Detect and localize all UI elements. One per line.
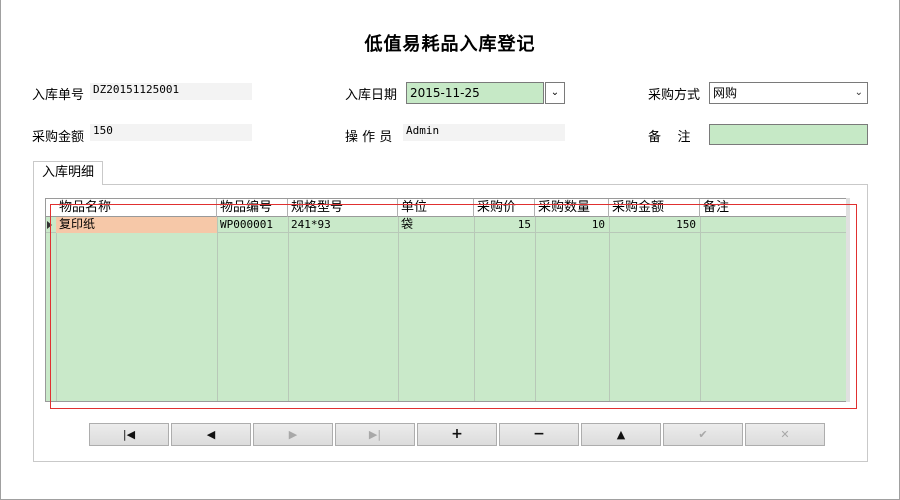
- cell-item-code[interactable]: WP000001: [217, 217, 288, 233]
- column-header[interactable]: 单位: [398, 199, 474, 217]
- last-record-button[interactable]: ▶|: [335, 423, 415, 446]
- next-icon: ▶: [288, 428, 298, 441]
- first-record-button[interactable]: |◀: [89, 423, 169, 446]
- date-input[interactable]: 2015-11-25: [406, 82, 544, 104]
- column-header[interactable]: 物品编号: [217, 199, 288, 217]
- column-header[interactable]: 采购数量: [535, 199, 609, 217]
- column-header[interactable]: 采购金额: [609, 199, 700, 217]
- tab-details[interactable]: 入库明细: [33, 161, 103, 185]
- next-record-button[interactable]: ▶: [253, 423, 333, 446]
- column-header[interactable]: 采购价: [474, 199, 535, 217]
- purchase-method-select[interactable]: 网购 ⌄: [709, 82, 868, 104]
- column-header[interactable]: 物品名称: [56, 199, 217, 217]
- post-record-button[interactable]: ✔: [663, 423, 743, 446]
- amount-label: 采购金额: [32, 130, 85, 145]
- current-row-indicator-icon: [47, 221, 52, 229]
- cell-unit[interactable]: 袋: [398, 217, 474, 233]
- cell-price[interactable]: 15: [474, 217, 535, 233]
- check-icon: ✔: [698, 428, 708, 441]
- cell-quantity[interactable]: 10: [535, 217, 609, 233]
- minus-icon: −: [533, 426, 545, 442]
- date-dropdown-button[interactable]: ⌄: [545, 82, 565, 104]
- chevron-down-icon: ⌄: [550, 87, 560, 98]
- order-no-value: DZ20151125001: [90, 83, 252, 100]
- delete-record-button[interactable]: −: [499, 423, 579, 446]
- grid-header: 物品名称 物品编号 规格型号 单位 采购价 采购数量 采购金额 备注: [46, 199, 847, 217]
- operator-value: Admin: [403, 124, 565, 141]
- cell-item-name[interactable]: 复印纸: [56, 217, 217, 233]
- column-header[interactable]: 备注: [700, 199, 847, 217]
- insert-record-button[interactable]: +: [417, 423, 497, 446]
- remarks-label: 备 注: [648, 130, 691, 145]
- edit-record-button[interactable]: ▲: [581, 423, 661, 446]
- cancel-record-button[interactable]: ✕: [745, 423, 825, 446]
- operator-label: 操 作 员: [345, 130, 393, 145]
- purchase-method-value: 网购: [713, 86, 738, 100]
- cell-amount[interactable]: 150: [609, 217, 700, 233]
- order-no-label: 入库单号: [32, 88, 85, 103]
- triangle-up-icon: ▲: [616, 428, 626, 441]
- close-icon: ✕: [780, 428, 790, 441]
- date-label: 入库日期: [345, 88, 398, 103]
- remarks-input[interactable]: [709, 124, 868, 145]
- cell-spec[interactable]: 241*93: [288, 217, 398, 233]
- prior-record-button[interactable]: ◀: [171, 423, 251, 446]
- last-icon: ▶|: [368, 428, 382, 441]
- column-header[interactable]: 规格型号: [288, 199, 398, 217]
- amount-value: 150: [90, 124, 252, 141]
- grid-scrollbar[interactable]: [846, 198, 850, 402]
- chevron-down-icon: ⌄: [854, 87, 863, 98]
- prior-icon: ◀: [206, 428, 216, 441]
- table-row[interactable]: 复印纸 WP000001 241*93 袋 15 10 150: [46, 217, 847, 233]
- purchase-method-label: 采购方式: [648, 88, 701, 103]
- details-grid[interactable]: 物品名称 物品编号 规格型号 单位 采购价 采购数量 采购金额 备注 复印纸 W…: [45, 198, 848, 402]
- first-icon: |◀: [122, 428, 136, 441]
- plus-icon: +: [451, 426, 463, 442]
- form-title: 低值易耗品入库登记: [364, 34, 536, 55]
- cell-remarks[interactable]: [700, 217, 847, 233]
